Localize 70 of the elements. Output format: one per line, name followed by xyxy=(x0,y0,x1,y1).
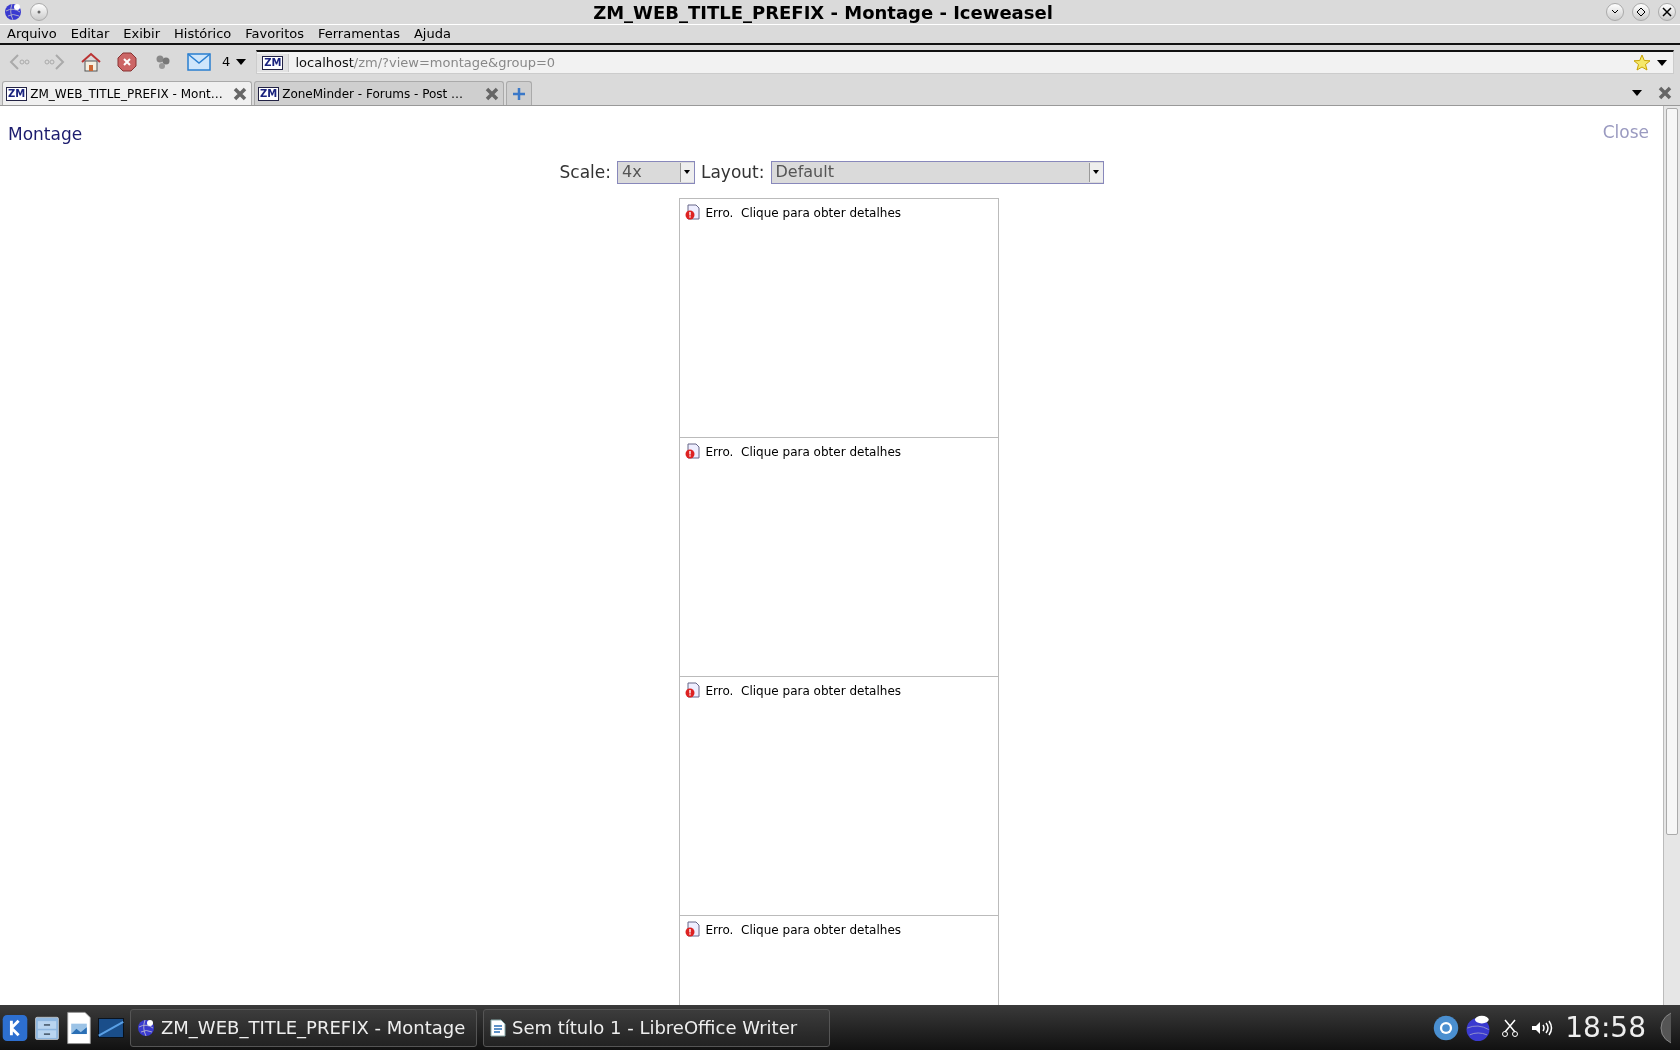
error-message: Erro. Clique para obter detalhes xyxy=(705,683,901,700)
menu-item[interactable]: Ajuda xyxy=(413,24,451,44)
browser-tab[interactable]: ZM ZoneMinder - Forums - Post … xyxy=(254,81,504,105)
maximize-icon xyxy=(1636,7,1646,17)
error-document-icon xyxy=(683,682,700,698)
chromium-tray-icon[interactable] xyxy=(1433,1015,1460,1040)
dot-icon xyxy=(37,10,41,14)
file-manager-button[interactable] xyxy=(34,1015,60,1040)
close-icon[interactable] xyxy=(232,85,248,102)
monitor-frame[interactable]: Erro. Clique para obter detalhes xyxy=(678,198,999,438)
close-icon xyxy=(1662,7,1672,17)
mail-count-dropdown[interactable]: 4 xyxy=(222,50,247,74)
monitor-frame[interactable]: Erro. Clique para obter detalhes xyxy=(678,676,999,916)
maximize-button[interactable] xyxy=(1632,3,1650,21)
menu-item[interactable]: Ferramentas xyxy=(317,24,400,44)
error-message: Erro. Clique para obter detalhes xyxy=(705,205,901,222)
scale-label: Scale: xyxy=(559,160,611,184)
close-icon[interactable] xyxy=(484,85,500,102)
taskbar-task[interactable]: ZM_WEB_TITLE_PREFIX - Montage xyxy=(130,1008,477,1047)
site-logo: ZM xyxy=(258,86,280,101)
mail-button[interactable] xyxy=(186,50,212,74)
site-logo: ZM xyxy=(262,55,284,70)
error-message: Erro. Clique para obter detalhes xyxy=(705,922,901,939)
menu-item[interactable]: Histórico xyxy=(174,24,232,44)
caret-icon[interactable] xyxy=(1657,59,1667,66)
site-logo: ZM xyxy=(6,86,28,101)
envelope-icon xyxy=(187,53,211,71)
close-icon xyxy=(1657,85,1673,101)
new-tab-button[interactable] xyxy=(506,81,532,105)
url-text: localhost/zm/?view=montage&group=0 xyxy=(295,53,557,72)
clock: 18:58 xyxy=(1565,1009,1646,1046)
error-message: Erro. Clique para obter detalhes xyxy=(705,444,901,461)
address-field[interactable]: ZM localhost/zm/?view=montage&group=0 xyxy=(256,50,1674,74)
star-icon[interactable] xyxy=(1633,54,1651,71)
menu-item[interactable]: Exibir xyxy=(123,24,160,44)
error-document-icon xyxy=(683,204,700,220)
plus-icon xyxy=(512,86,526,101)
scrollbar[interactable] xyxy=(1663,106,1680,1005)
menu-item[interactable]: Arquivo xyxy=(7,24,57,44)
speaker-icon xyxy=(1531,1019,1554,1036)
menu-item[interactable]: Favoritos xyxy=(245,24,304,44)
forward-arrow-icon xyxy=(44,53,66,71)
stop-button[interactable] xyxy=(114,50,140,74)
desktop-button[interactable] xyxy=(98,1015,124,1040)
scale-select[interactable]: 4x xyxy=(616,160,695,184)
start-menu-button[interactable] xyxy=(2,1015,28,1040)
layout-label: Layout: xyxy=(700,160,765,184)
error-document-icon xyxy=(683,921,700,937)
close-button[interactable] xyxy=(1658,3,1676,21)
circles-icon xyxy=(155,54,171,70)
browser-tab[interactable]: ZM ZM_WEB_TITLE_PREFIX - Mont… xyxy=(2,81,252,105)
window-title: ZM_WEB_TITLE_PREFIX - Montage - Iceweasel xyxy=(592,0,1054,25)
house-icon xyxy=(81,52,101,72)
layout-select[interactable]: Default xyxy=(770,160,1104,184)
globe-icon xyxy=(4,3,22,21)
globe-icon xyxy=(137,1018,155,1037)
caret-icon xyxy=(1093,170,1099,175)
page-title: Montage xyxy=(8,123,83,146)
menu-item[interactable]: Editar xyxy=(70,24,110,44)
browser-tray-icon[interactable] xyxy=(1465,1015,1492,1040)
caret-icon xyxy=(236,59,247,65)
caret-icon xyxy=(1632,90,1642,96)
document-icon xyxy=(490,1018,506,1037)
caret-icon xyxy=(684,170,691,175)
taskbar-task[interactable]: Sem título 1 - LibreOffice Writer xyxy=(483,1008,830,1047)
monitor-frame[interactable]: Erro. Clique para obter detalhes xyxy=(678,437,999,677)
stop-icon xyxy=(117,52,137,72)
error-document-icon xyxy=(683,443,700,459)
scissors-icon xyxy=(1502,1018,1519,1037)
back-arrow-icon xyxy=(8,53,30,71)
